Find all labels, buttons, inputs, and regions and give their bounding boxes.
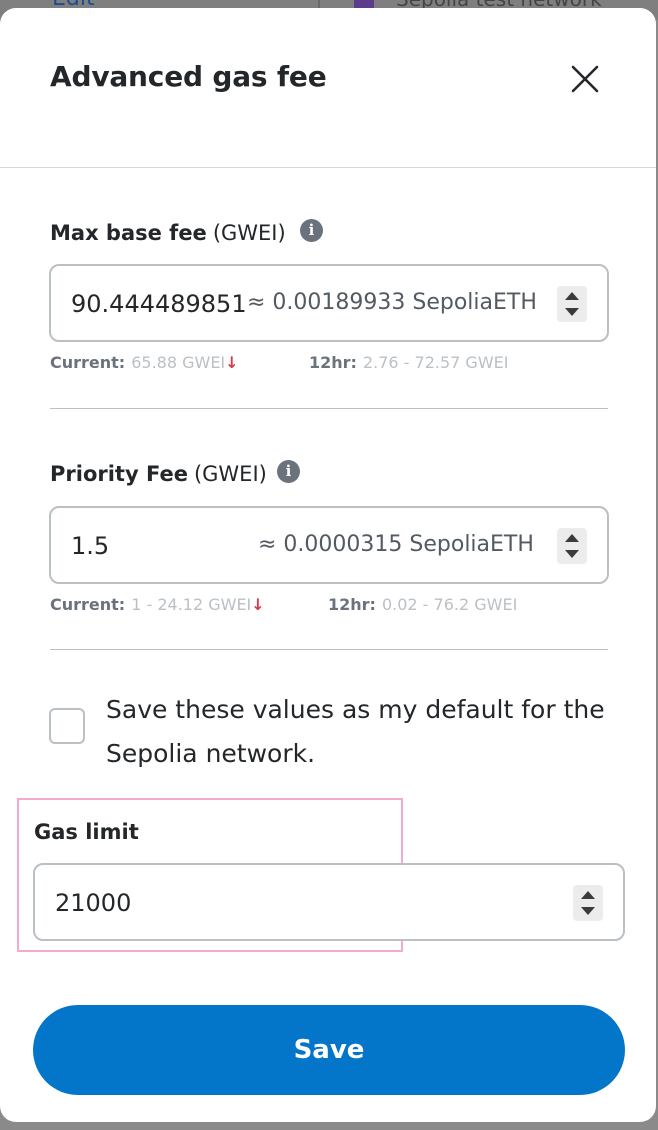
priority-fee-12hr: 12hr: 0.02 - 76.2 GWEI (328, 595, 517, 614)
max-base-fee-title: Max base fee (50, 221, 207, 245)
stepper-up-icon[interactable] (581, 891, 595, 899)
priority-fee-input[interactable]: 1.5 ≈ 0.0000315 SepoliaETH (49, 506, 609, 584)
range-label: 12hr: (328, 595, 376, 614)
current-label: Current: (50, 595, 126, 614)
gas-limit-label: Gas limit (34, 820, 139, 844)
priority-fee-value[interactable]: 1.5 (71, 532, 109, 560)
stepper-up-icon[interactable] (565, 292, 579, 300)
max-base-fee-current: Current: 65.88 GWEI↓ (50, 353, 239, 372)
trend-down-icon: ↓ (225, 353, 239, 372)
priority-fee-current: Current: 1 - 24.12 GWEI↓ (50, 595, 265, 614)
range-label: 12hr: (309, 353, 357, 372)
stepper-down-icon[interactable] (581, 907, 595, 915)
range-value: 2.76 - 72.57 GWEI (362, 353, 509, 372)
stepper-up-icon[interactable] (565, 534, 579, 542)
priority-fee-conversion: ≈ 0.0000315 SepoliaETH (258, 532, 534, 557)
current-label: Current: (50, 353, 126, 372)
stepper-down-icon[interactable] (565, 550, 579, 558)
divider (50, 408, 608, 409)
current-value: 65.88 GWEI (131, 353, 226, 372)
current-value: 1 - 24.12 GWEI (131, 595, 252, 614)
priority-fee-label: Priority Fee (GWEI) (50, 462, 267, 486)
close-icon[interactable] (566, 60, 604, 98)
modal-header: Advanced gas fee (0, 8, 656, 168)
save-default-label[interactable]: Save these values as my default for the … (106, 688, 606, 776)
info-icon[interactable]: i (300, 219, 323, 242)
divider (50, 649, 608, 650)
max-base-fee-unit: (GWEI) (212, 221, 286, 245)
gas-limit-input[interactable]: 21000 (33, 863, 625, 941)
save-default-checkbox[interactable] (49, 708, 85, 744)
priority-fee-unit: (GWEI) (193, 462, 267, 486)
save-button[interactable]: Save (33, 1005, 625, 1095)
stepper-down-icon[interactable] (565, 308, 579, 316)
gas-limit-value[interactable]: 21000 (55, 889, 131, 917)
priority-fee-stepper[interactable] (557, 528, 587, 564)
max-base-fee-value[interactable]: 90.444489851 (71, 290, 247, 318)
max-base-fee-stepper[interactable] (557, 286, 587, 322)
modal-title: Advanced gas fee (50, 60, 327, 93)
advanced-gas-fee-modal: Advanced gas fee Max base fee (GWEI) i 90… (0, 8, 656, 1122)
range-value: 0.02 - 76.2 GWEI (381, 595, 518, 614)
trend-down-icon: ↓ (251, 595, 265, 614)
max-base-fee-conversion: ≈ 0.00189933 SepoliaETH (247, 290, 537, 315)
max-base-fee-input[interactable]: 90.444489851 ≈ 0.00189933 SepoliaETH (49, 264, 609, 342)
max-base-fee-label: Max base fee (GWEI) (50, 221, 286, 245)
info-icon[interactable]: i (277, 460, 300, 483)
max-base-fee-12hr: 12hr: 2.76 - 72.57 GWEI (309, 353, 508, 372)
priority-fee-title: Priority Fee (50, 462, 188, 486)
gas-limit-stepper[interactable] (573, 885, 603, 921)
